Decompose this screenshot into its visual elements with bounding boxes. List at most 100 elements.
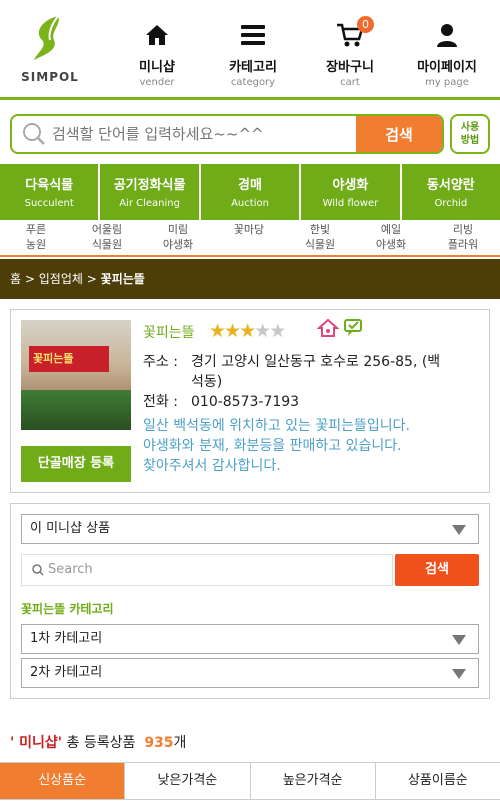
category-tab-sublabel: Auction bbox=[231, 198, 269, 209]
category1-select[interactable]: 1차 카테고리 bbox=[21, 624, 479, 654]
search-button[interactable]: 검색 bbox=[356, 116, 442, 152]
sublink-line1: 꽃마당 bbox=[233, 223, 265, 236]
sublink-line2: 야생화 bbox=[375, 238, 407, 251]
category-tab-orchid[interactable]: 동서양란 Orchid bbox=[401, 164, 500, 220]
shop-category-title: 꽃피는뜰 카테고리 bbox=[21, 602, 114, 616]
cart-count-badge: 0 bbox=[357, 16, 374, 33]
shop-sublinks: 푸른 농원 어울림 식물원 미림 야생화 꽃마당 한빛 식물원 예일 야생화 리… bbox=[0, 221, 500, 257]
nav-sublabel: vender bbox=[139, 77, 175, 88]
sort-tabs: 신상품순 낮은가격순 높은가격순 상품이름순 bbox=[0, 762, 500, 800]
nav-label: 장바구니 bbox=[326, 60, 374, 75]
minishop-search-button[interactable]: 검색 bbox=[395, 554, 479, 586]
nav-minishop[interactable]: 미니샵 vender bbox=[112, 20, 202, 92]
shop-name: 꽃피는뜰 bbox=[143, 325, 195, 341]
plants-area bbox=[21, 390, 131, 430]
address-label: 주소 : bbox=[143, 354, 178, 370]
address-line2: 석동) bbox=[191, 374, 223, 390]
category2-select[interactable]: 2차 카테고리 bbox=[21, 658, 479, 688]
breadcrumb-home[interactable]: 홈 bbox=[10, 272, 21, 286]
category1-select-value: 1차 카테고리 bbox=[30, 631, 103, 646]
product-total: ' 미니샵' 총 등록상품 935개 bbox=[10, 732, 186, 752]
shop-info-card: 꽃피는뜰 단골매장 등록 꽃피는뜰 ★★★★★ 주소 : 경기 고양시 일산동구… bbox=[10, 309, 490, 493]
sublink-line1: 리빙 bbox=[452, 223, 474, 236]
dropdown-arrow-icon bbox=[452, 669, 466, 679]
star-filled-icon: ★ bbox=[209, 320, 226, 342]
menu-icon bbox=[241, 25, 265, 45]
sublink-line1: 미림 bbox=[167, 223, 189, 236]
sublink-shop[interactable]: 한빛 식물원 bbox=[285, 222, 355, 252]
sort-price-low[interactable]: 낮은가격순 bbox=[124, 763, 249, 799]
sublink-line2: 야생화 bbox=[162, 238, 194, 251]
star-empty-icon: ★ bbox=[254, 320, 271, 342]
category-tab-succulent[interactable]: 다육식물 Succulent bbox=[0, 164, 99, 220]
category2-select-value: 2차 카테고리 bbox=[30, 665, 103, 680]
nav-sublabel: cart bbox=[340, 77, 360, 88]
sublink-shop[interactable]: 푸른 농원 bbox=[1, 222, 71, 252]
sort-name[interactable]: 상품이름순 bbox=[374, 763, 500, 799]
search-icon bbox=[23, 123, 45, 145]
nav-label: 카테고리 bbox=[229, 60, 277, 75]
category-tab-label: 공기정화식물 bbox=[113, 178, 186, 193]
shop-photo: 꽃피는뜰 bbox=[21, 320, 131, 430]
category-tab-label: 야생화 bbox=[332, 178, 369, 193]
sublink-shop[interactable]: 꽃마당 bbox=[214, 222, 284, 237]
breadcrumb-separator: > bbox=[86, 272, 97, 286]
shop-description: 일산 백석동에 위치하고 있는 꽃피는뜰입니다. 야생화와 분재, 화분등을 판… bbox=[143, 416, 483, 476]
nav-sublabel: my page bbox=[425, 77, 469, 88]
search-input[interactable] bbox=[52, 116, 362, 152]
logo-text: SIMPOL bbox=[21, 70, 79, 84]
scope-select-value: 이 미니샵 상품 bbox=[30, 521, 111, 536]
nav-label: 미니샵 bbox=[139, 60, 175, 75]
sublink-shop[interactable]: 예일 야생화 bbox=[356, 222, 426, 252]
sublink-line1: 한빛 bbox=[309, 223, 331, 236]
logo[interactable]: SIMPOL bbox=[20, 14, 80, 86]
leaf-logo-icon bbox=[34, 15, 59, 60]
total-count: 935 bbox=[144, 735, 174, 751]
category-tab-auction[interactable]: 경매 Auction bbox=[200, 164, 300, 220]
category-tab-label: 동서양란 bbox=[426, 178, 475, 193]
total-unit: 개 bbox=[173, 735, 187, 751]
breadcrumb-section[interactable]: 입점업체 bbox=[39, 272, 83, 286]
sort-price-high[interactable]: 높은가격순 bbox=[249, 763, 375, 799]
sublink-line2: 식물원 bbox=[304, 238, 336, 251]
sublink-line1: 예일 bbox=[380, 223, 402, 236]
shop-home-icon[interactable] bbox=[317, 318, 339, 338]
phone-number[interactable]: 010-8573-7193 bbox=[191, 392, 299, 412]
home-icon bbox=[146, 25, 168, 45]
sublink-line2: 식물원 bbox=[91, 238, 123, 251]
star-filled-icon: ★ bbox=[224, 320, 241, 342]
category-tab-sublabel: Orchid bbox=[434, 198, 468, 209]
sublink-shop[interactable]: 리빙 플라워 bbox=[428, 222, 498, 252]
breadcrumb-current: 꽃피는뜰 bbox=[100, 272, 145, 286]
usage-guide-line2: 방법 bbox=[460, 135, 480, 146]
search-bar: 검색 bbox=[10, 114, 444, 154]
sublink-shop[interactable]: 어울림 식물원 bbox=[72, 222, 142, 252]
breadcrumb: 홈 > 입점업체 > 꽃피는뜰 bbox=[0, 259, 500, 299]
category-tab-wild-flower[interactable]: 야생화 Wild flower bbox=[301, 164, 400, 220]
nav-cart[interactable]: 0 장바구니 cart bbox=[305, 16, 395, 92]
phone-row: 전화 : 010-8573-7193 bbox=[143, 392, 483, 412]
dropdown-arrow-icon bbox=[452, 525, 466, 535]
sort-newest[interactable]: 신상품순 bbox=[0, 763, 125, 799]
nav-mypage[interactable]: 마이페이지 my page bbox=[402, 20, 492, 92]
minishop-search-input[interactable]: Search bbox=[21, 554, 393, 586]
register-favorite-button[interactable]: 단골매장 등록 bbox=[21, 446, 131, 482]
category-tab-air-cleaning[interactable]: 공기정화식물 Air Cleaning bbox=[100, 164, 199, 220]
description-line: 야생화와 분재, 화분등을 판매하고 있습니다. bbox=[143, 438, 402, 454]
shop-sign-text: 꽃피는뜰 bbox=[33, 352, 74, 365]
header: SIMPOL 미니샵 vender 카테고리 category 0 장바구니 c… bbox=[0, 0, 500, 100]
search-placeholder: Search bbox=[48, 562, 93, 577]
scope-select[interactable]: 이 미니샵 상품 bbox=[21, 514, 479, 544]
breadcrumb-separator: > bbox=[24, 272, 35, 286]
usage-guide-button[interactable]: 사용 방법 bbox=[450, 114, 490, 154]
minishop-tag: ' 미니샵' bbox=[10, 735, 63, 751]
nav-label: 마이페이지 bbox=[417, 60, 477, 75]
nav-sublabel: category bbox=[230, 77, 276, 88]
star-empty-icon: ★ bbox=[269, 320, 286, 342]
chat-icon[interactable] bbox=[343, 318, 365, 338]
sublink-shop[interactable]: 미림 야생화 bbox=[143, 222, 213, 252]
address-row: 주소 : 경기 고양시 일산동구 호수로 256-85, (백 석동) bbox=[143, 352, 483, 392]
category-tab-label: 경매 bbox=[238, 178, 262, 193]
nav-category[interactable]: 카테고리 category bbox=[208, 20, 298, 92]
search-icon bbox=[32, 564, 44, 576]
